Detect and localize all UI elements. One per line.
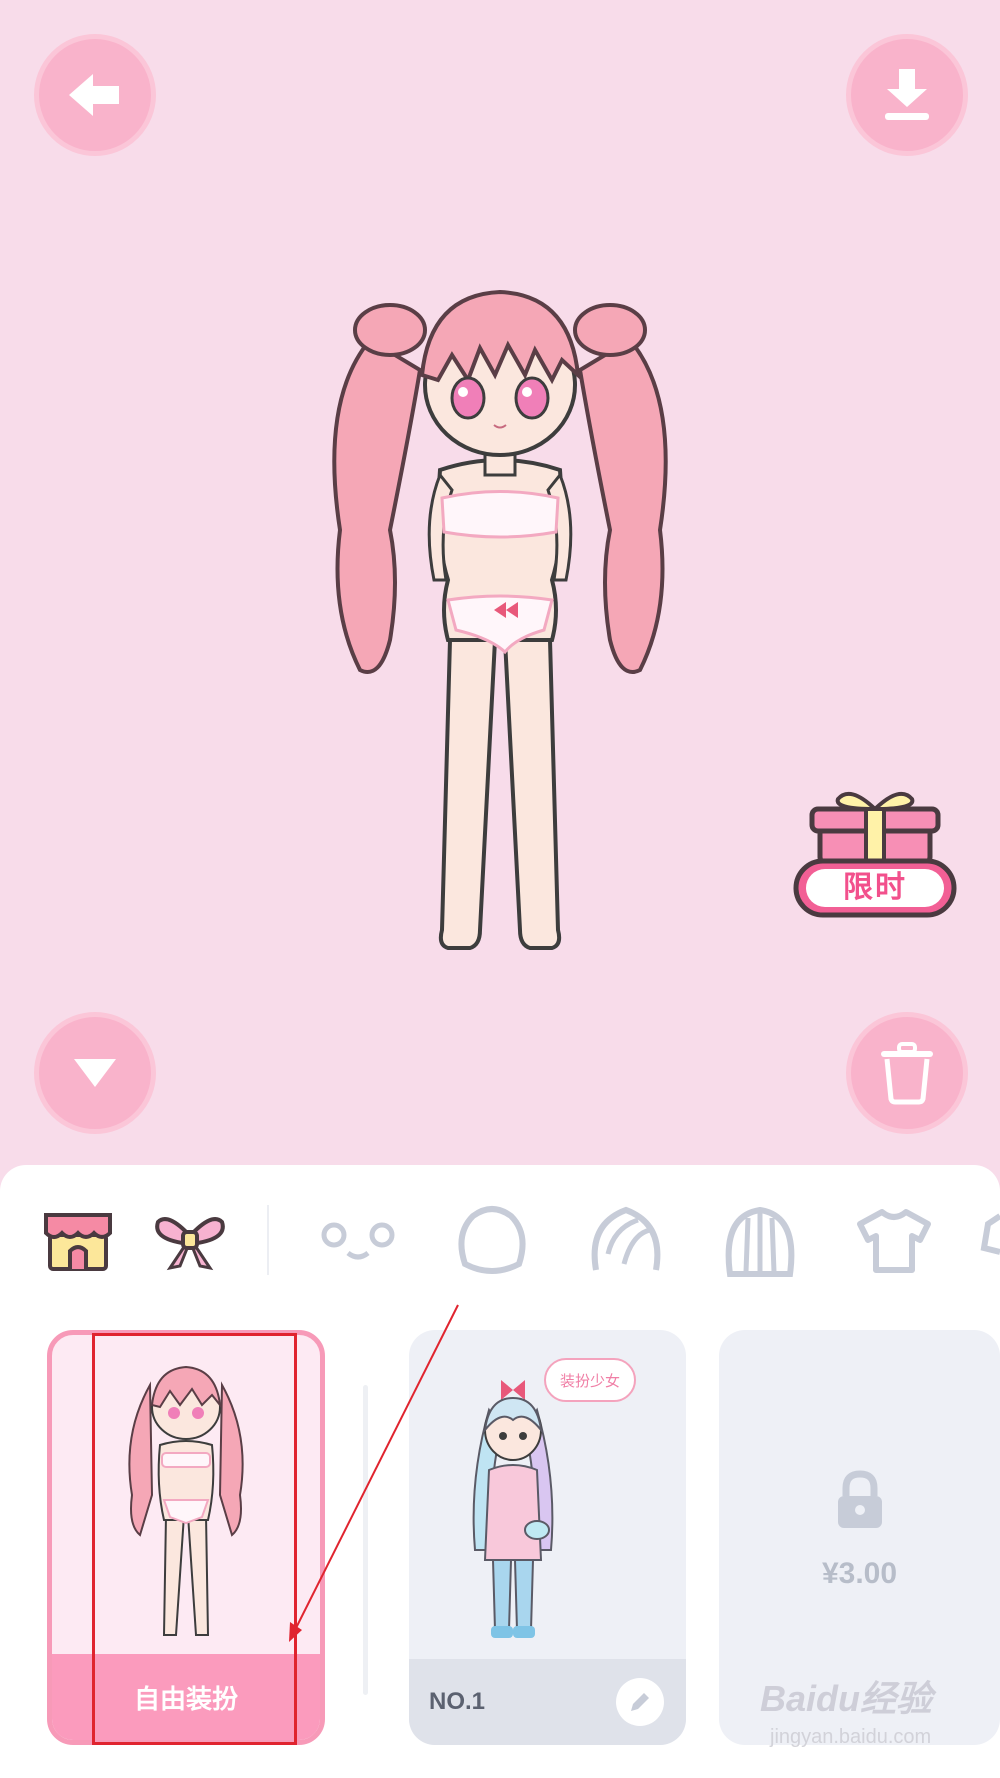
doll-figure: [332, 289, 668, 950]
dressup-stage: 限时: [0, 0, 1000, 1178]
triangle-down-icon: [74, 1059, 116, 1087]
partial-category-icon: [980, 1213, 1000, 1255]
category-divider: [267, 1205, 269, 1275]
category-more[interactable]: [976, 1201, 1000, 1281]
hair-front-icon: [591, 1206, 661, 1271]
edit-button[interactable]: [616, 1678, 664, 1726]
back-arrow-icon: [69, 74, 119, 116]
locked-slot: ¥3.00: [719, 1470, 1000, 1591]
character-preview: [330, 280, 670, 1080]
download-button[interactable]: [846, 34, 968, 156]
category-bar: [0, 1165, 1000, 1305]
gift-icon: [793, 791, 957, 918]
watermark-brand: Baidu经验: [760, 1678, 933, 1719]
annotation-highlight-box: [92, 1333, 297, 1745]
back-button[interactable]: [34, 34, 156, 156]
category-hair-front[interactable]: [586, 1201, 666, 1281]
category-shop[interactable]: [38, 1201, 118, 1281]
limited-label: 限时: [843, 871, 907, 904]
bow-icon: [155, 1217, 225, 1271]
trash-icon: [881, 1042, 933, 1105]
delete-button[interactable]: [846, 1012, 968, 1134]
category-bow[interactable]: [150, 1201, 230, 1281]
vertical-divider: [363, 1385, 368, 1695]
tshirt-icon: [857, 1209, 931, 1273]
watermark-url: jingyan.baidu.com: [770, 1726, 932, 1748]
card-footer: NO.1: [409, 1659, 686, 1745]
head-icon: [458, 1206, 526, 1274]
face-icon: [321, 1222, 395, 1260]
shop-icon: [44, 1213, 112, 1271]
lock-icon: [837, 1470, 882, 1528]
category-face[interactable]: [318, 1201, 398, 1281]
card-label: NO.1: [429, 1688, 486, 1715]
category-head[interactable]: [452, 1201, 532, 1281]
collapse-button[interactable]: [34, 1012, 156, 1134]
hair-back-icon: [725, 1206, 795, 1277]
price-label: ¥3.00: [821, 1557, 898, 1590]
category-hair-back[interactable]: [720, 1201, 800, 1281]
outfit-card-no1[interactable]: 装扮少女 NO.1: [409, 1330, 686, 1745]
category-top[interactable]: [854, 1201, 934, 1281]
outfit-thumbnail: [472, 1380, 554, 1638]
download-icon: [885, 69, 929, 120]
pencil-icon: [631, 1693, 649, 1711]
limited-gift-button[interactable]: 限时: [790, 783, 960, 933]
